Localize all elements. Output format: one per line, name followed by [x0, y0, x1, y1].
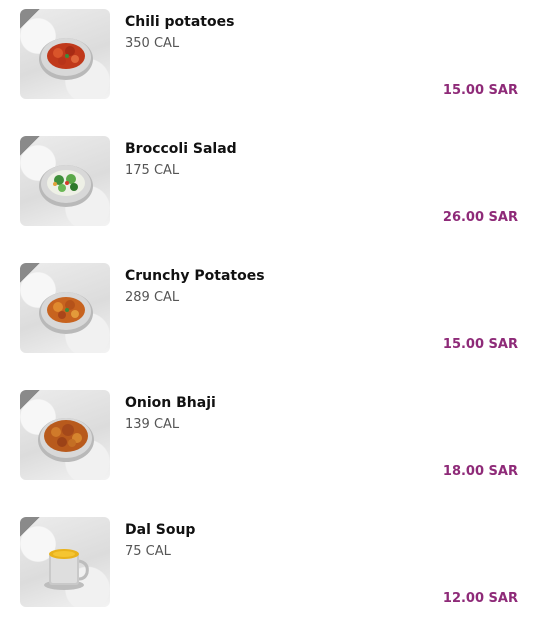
menu-item-crunchy-potatoes[interactable]: Crunchy Potatoes 289 CAL 15.00 SAR — [0, 254, 538, 381]
item-price: 26.00 SAR — [442, 210, 518, 225]
item-name: Broccoli Salad — [125, 141, 237, 157]
item-name: Chili potatoes — [125, 14, 235, 30]
chili-potatoes-dish-image — [20, 9, 110, 99]
item-name: Crunchy Potatoes — [125, 268, 265, 284]
item-name: Onion Bhaji — [125, 395, 216, 411]
menu-item-dal-soup[interactable]: Dal Soup 75 CAL 12.00 SAR — [0, 508, 538, 635]
item-price: 12.00 SAR — [442, 591, 518, 606]
item-calories: 75 CAL — [125, 544, 171, 559]
broccoli-salad-dish-image — [20, 136, 110, 226]
item-name: Dal Soup — [125, 522, 196, 538]
menu-item-chili-potatoes[interactable]: Chili potatoes 350 CAL 15.00 SAR — [0, 0, 538, 127]
item-price: 18.00 SAR — [442, 464, 518, 479]
item-calories: 139 CAL — [125, 417, 180, 432]
menu-list: Chili potatoes 350 CAL 15.00 SAR Broccol… — [0, 0, 538, 638]
item-calories: 175 CAL — [125, 163, 180, 178]
item-calories: 289 CAL — [125, 290, 180, 305]
menu-item-broccoli-salad[interactable]: Broccoli Salad 175 CAL 26.00 SAR — [0, 127, 538, 254]
item-price: 15.00 SAR — [442, 337, 518, 352]
menu-item-onion-bhaji[interactable]: Onion Bhaji 139 CAL 18.00 SAR — [0, 381, 538, 508]
item-calories: 350 CAL — [125, 36, 180, 51]
crunchy-potatoes-dish-image — [20, 263, 110, 353]
dal-soup-dish-image — [20, 517, 110, 607]
onion-bhaji-dish-image — [20, 390, 110, 480]
item-price: 15.00 SAR — [442, 83, 518, 98]
